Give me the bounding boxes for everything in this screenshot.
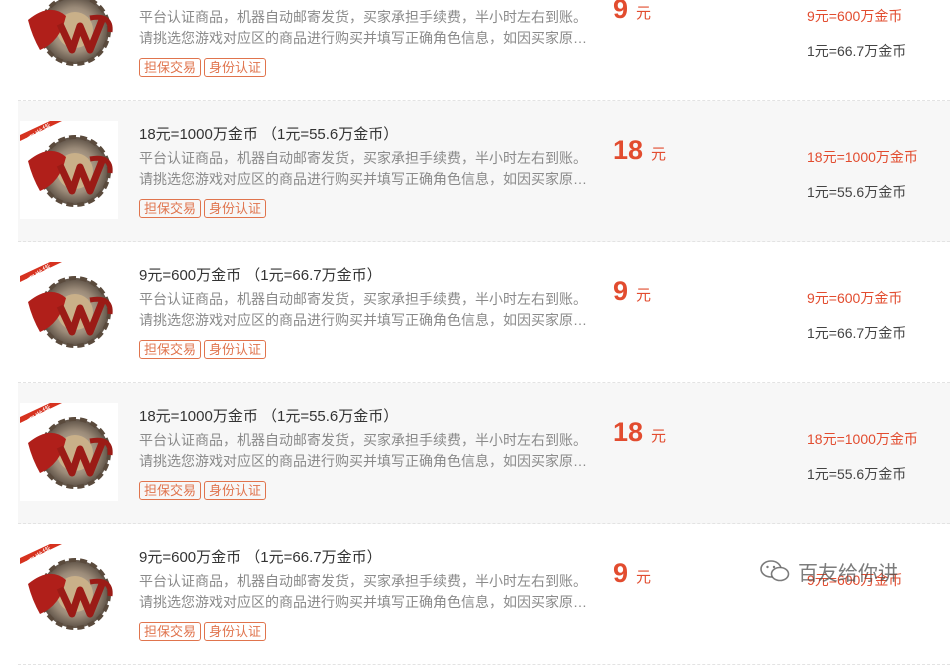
product-thumbnail[interactable]: 邮寄发货 [20, 121, 118, 219]
identity-verified-tag: 身份认证 [204, 340, 267, 359]
exchange-rate-per-yuan: 1元=55.6万金币 [807, 466, 907, 482]
tag-group: 担保交易 身份认证 [139, 622, 269, 641]
exchange-rate-main: 9元=600万金币 [807, 8, 903, 24]
listing-description: 平台认证商品，机器自动邮寄发货，买家承担手续费，半小时左右到账。 请挑选您游戏对应… [139, 430, 599, 472]
description-line: 平台认证商品，机器自动邮寄发货，买家承担手续费，半小时左右到账。 [139, 150, 587, 166]
description-line: 请挑选您游戏对应区的商品进行购买并填写正确角色信息，如因买家原… [139, 171, 587, 187]
listing-description: 平台认证商品，机器自动邮寄发货，买家承担手续费，半小时左右到账。 请挑选您游戏对应… [139, 571, 599, 613]
listing-row[interactable]: 邮寄发货 9元=600万金币 （1元=66.7万金币） 平台认证商品，机器自动邮寄发… [18, 524, 950, 665]
price: 9元 [613, 558, 651, 589]
price-value: 9 [613, 276, 629, 306]
price-value: 9 [613, 0, 629, 24]
identity-verified-tag: 身份认证 [204, 622, 267, 641]
tag-group: 担保交易 身份认证 [139, 199, 269, 218]
price-unit: 元 [651, 146, 667, 163]
price: 18 元 [613, 417, 666, 448]
product-thumbnail[interactable] [20, 0, 118, 78]
product-thumbnail[interactable]: 邮寄发货 [20, 403, 118, 501]
escrow-tag: 担保交易 [139, 622, 202, 641]
listing-description: 平台认证商品，机器自动邮寄发货，买家承担手续费，半小时左右到账。 请挑选您游戏对应… [139, 7, 599, 49]
exchange-rate-per-yuan: 1元=66.7万金币 [807, 43, 907, 59]
exchange-rate-per-yuan: 1元=55.6万金币 [807, 184, 907, 200]
description-line: 平台认证商品，机器自动邮寄发货，买家承担手续费，半小时左右到账。 [139, 432, 587, 448]
listing-description: 平台认证商品，机器自动邮寄发货，买家承担手续费，半小时左右到账。 请挑选您游戏对应… [139, 148, 599, 190]
price: 18 元 [613, 135, 666, 166]
listing-title[interactable]: 18元=1000万金币 （1元=55.6万金币） [139, 123, 398, 144]
identity-verified-tag: 身份认证 [204, 481, 267, 500]
listing-row[interactable]: 平台认证商品，机器自动邮寄发货，买家承担手续费，半小时左右到账。 请挑选您游戏对应… [18, 0, 950, 101]
listing-title[interactable]: 9元=600万金币 （1元=66.7万金币） [139, 546, 382, 567]
escrow-tag: 担保交易 [139, 199, 202, 218]
price-value: 9 [613, 558, 629, 588]
price-unit: 元 [636, 287, 652, 304]
price-unit: 元 [636, 5, 652, 22]
exchange-rate-per-yuan: 1元=66.7万金币 [807, 325, 907, 341]
watermark-text: 百友给你讲 [798, 562, 898, 585]
wechat-icon [760, 560, 790, 582]
price-unit: 元 [636, 569, 652, 586]
description-line: 平台认证商品，机器自动邮寄发货，买家承担手续费，半小时左右到账。 [139, 573, 587, 589]
escrow-tag: 担保交易 [139, 340, 202, 359]
listing-title[interactable]: 18元=1000万金币 （1元=55.6万金币） [139, 405, 398, 426]
listing-row[interactable]: 邮寄发货 18元=1000万金币 （1元=55.6万金币） 平台认证商品，机器自动邮… [18, 383, 950, 524]
identity-verified-tag: 身份认证 [204, 58, 267, 77]
description-line: 请挑选您游戏对应区的商品进行购买并填写正确角色信息，如因买家原… [139, 312, 587, 328]
listing-row[interactable]: 邮寄发货 18元=1000万金币 （1元=55.6万金币） 平台认证商品，机器自动邮… [18, 101, 950, 242]
price: 9元 [613, 0, 651, 25]
description-line: 平台认证商品，机器自动邮寄发货，买家承担手续费，半小时左右到账。 [139, 291, 587, 307]
tag-group: 担保交易 身份认证 [139, 340, 269, 359]
escrow-tag: 担保交易 [139, 481, 202, 500]
price-value: 18 [613, 135, 644, 165]
description-line: 请挑选您游戏对应区的商品进行购买并填写正确角色信息，如因买家原… [139, 453, 587, 469]
price-value: 18 [613, 417, 644, 447]
exchange-rate-main: 9元=600万金币 [807, 290, 903, 306]
price-unit: 元 [651, 428, 667, 445]
listing-title[interactable]: 9元=600万金币 （1元=66.7万金币） [139, 264, 382, 285]
product-thumbnail[interactable]: 邮寄发货 [20, 262, 118, 360]
exchange-rate-main: 18元=1000万金币 [807, 431, 918, 447]
description-line: 平台认证商品，机器自动邮寄发货，买家承担手续费，半小时左右到账。 [139, 9, 587, 25]
product-thumbnail[interactable]: 邮寄发货 [20, 544, 118, 642]
exchange-rate-main: 18元=1000万金币 [807, 149, 918, 165]
listing-description: 平台认证商品，机器自动邮寄发货，买家承担手续费，半小时左右到账。 请挑选您游戏对应… [139, 289, 599, 331]
listing-row[interactable]: 邮寄发货 9元=600万金币 （1元=66.7万金币） 平台认证商品，机器自动邮寄发… [18, 242, 950, 383]
watermark: 百友给你讲 [760, 554, 940, 588]
tag-group: 担保交易 身份认证 [139, 58, 269, 77]
identity-verified-tag: 身份认证 [204, 199, 267, 218]
description-line: 请挑选您游戏对应区的商品进行购买并填写正确角色信息，如因买家原… [139, 30, 587, 46]
escrow-tag: 担保交易 [139, 58, 202, 77]
tag-group: 担保交易 身份认证 [139, 481, 269, 500]
price: 9元 [613, 276, 651, 307]
